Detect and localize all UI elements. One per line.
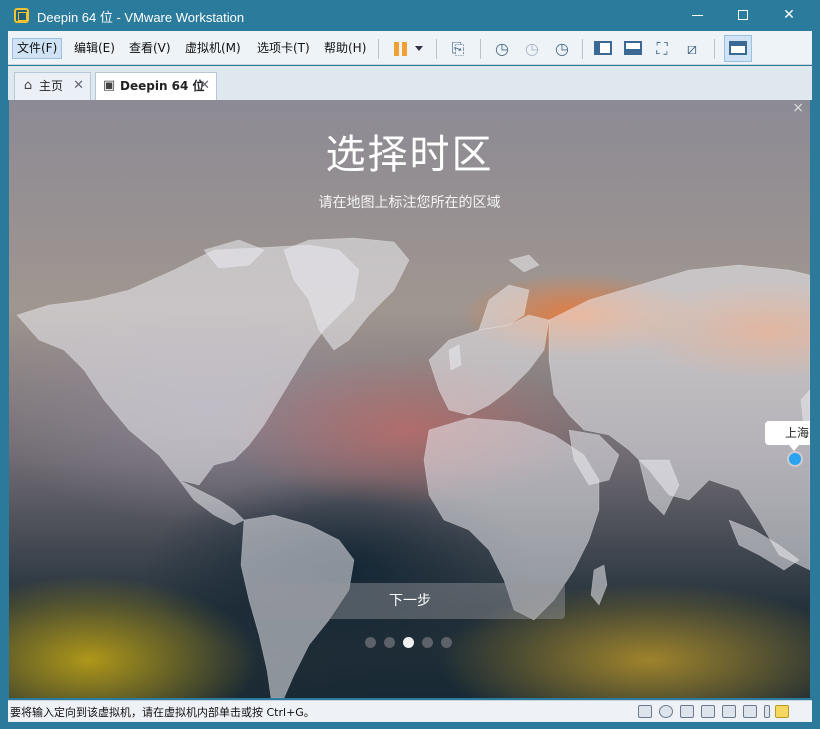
- cd-rom-icon[interactable]: [659, 705, 673, 718]
- tab-deepin[interactable]: ▣ Deepin 64 位 ✕: [95, 72, 217, 100]
- map-central-america[interactable]: [178, 479, 245, 526]
- page-title: 选择时区: [325, 132, 494, 178]
- vm-icon: ▣: [102, 78, 116, 93]
- menu-file[interactable]: 文件(F): [12, 38, 63, 59]
- status-bar: 要将输入定向到该虚拟机，请在虚拟机内部单击或按 Ctrl+G。: [8, 700, 812, 722]
- menu-tabs[interactable]: 选项卡(T): [253, 38, 314, 59]
- title-bar: Deepin 64 位 - VMware Workstation ✕: [0, 0, 820, 31]
- vmware-app-icon: [14, 8, 29, 23]
- close-button[interactable]: ✕: [766, 0, 812, 31]
- full-screen-icon[interactable]: ⛶: [650, 37, 674, 61]
- show-library-icon[interactable]: [594, 41, 612, 55]
- page-dot-active: [403, 637, 414, 648]
- network-icon[interactable]: [680, 705, 694, 718]
- menu-toolbar: 文件(F) 编辑(E) 查看(V) 虚拟机(M) 选项卡(T) 帮助(H) ⎘ …: [8, 31, 812, 65]
- window-title: Deepin 64 位 - VMware Workstation: [37, 10, 245, 25]
- tab-strip: ⌂ 主页 ✕ ▣ Deepin 64 位 ✕: [8, 66, 812, 100]
- close-icon: ✕: [783, 7, 795, 23]
- menu-vm[interactable]: 虚拟机(M): [181, 38, 245, 59]
- map-arctic-islands[interactable]: [508, 254, 540, 273]
- toolbar-divider: [714, 39, 715, 59]
- map-europe[interactable]: [428, 314, 550, 416]
- minimize-button[interactable]: [674, 0, 720, 31]
- console-view-icon: [729, 41, 747, 55]
- minimize-icon: [691, 14, 703, 16]
- console-view-button[interactable]: [724, 35, 752, 62]
- toolbar-divider: [436, 39, 437, 59]
- toolbar-divider: [378, 39, 379, 59]
- vm-close-icon[interactable]: ×: [792, 100, 804, 116]
- maximize-icon: [738, 10, 748, 20]
- display-icon[interactable]: [764, 705, 770, 718]
- tab-close-icon[interactable]: ✕: [199, 73, 210, 99]
- tab-deepin-label: Deepin 64 位: [120, 79, 205, 93]
- hard-disk-icon[interactable]: [638, 705, 652, 718]
- next-button[interactable]: 下一步: [255, 583, 565, 619]
- tab-home[interactable]: ⌂ 主页 ✕: [14, 72, 91, 100]
- map-madagascar[interactable]: [590, 564, 608, 606]
- dropdown-arrow-icon[interactable]: [415, 46, 423, 51]
- toolbar-divider: [480, 39, 481, 59]
- tab-close-icon[interactable]: ✕: [73, 73, 84, 99]
- timezone-marker[interactable]: [789, 453, 801, 465]
- vmware-window: Deepin 64 位 - VMware Workstation ✕ 文件(F)…: [0, 0, 820, 729]
- sound-icon[interactable]: [743, 705, 757, 718]
- status-message: 要将输入定向到该虚拟机，请在虚拟机内部单击或按 Ctrl+G。: [10, 706, 315, 719]
- tab-home-label: 主页: [39, 79, 64, 93]
- menu-help[interactable]: 帮助(H): [320, 38, 370, 59]
- menu-view[interactable]: 查看(V): [125, 38, 175, 59]
- message-log-icon[interactable]: [775, 705, 789, 718]
- page-dot: [422, 637, 433, 648]
- printer-icon[interactable]: [722, 705, 736, 718]
- selected-timezone-label: 上海: [765, 421, 810, 451]
- page-subtitle: 请在地图上标注您所在的区域: [318, 195, 501, 211]
- thumbnail-bar-icon[interactable]: [624, 41, 642, 55]
- menu-edit[interactable]: 编辑(E): [70, 38, 119, 59]
- snapshot-manager-icon[interactable]: ◷: [550, 37, 574, 61]
- send-ctrl-alt-del-icon[interactable]: ⎘: [446, 37, 470, 61]
- snapshot-take-icon[interactable]: ◷: [490, 37, 514, 61]
- pause-icon[interactable]: [389, 37, 413, 61]
- vm-console[interactable]: × 选择时区 请在地图上标注您所在的区域 上海 下一步: [9, 100, 810, 698]
- snapshot-revert-icon[interactable]: ◷: [520, 37, 544, 61]
- usb-icon[interactable]: [701, 705, 715, 718]
- page-dot: [441, 637, 452, 648]
- page-dot: [384, 637, 395, 648]
- unity-icon[interactable]: ⧄: [680, 37, 704, 61]
- toolbar-divider: [582, 39, 583, 59]
- page-indicator: [365, 637, 465, 649]
- page-dot: [365, 637, 376, 648]
- maximize-button[interactable]: [720, 0, 766, 31]
- home-icon: ⌂: [23, 78, 33, 93]
